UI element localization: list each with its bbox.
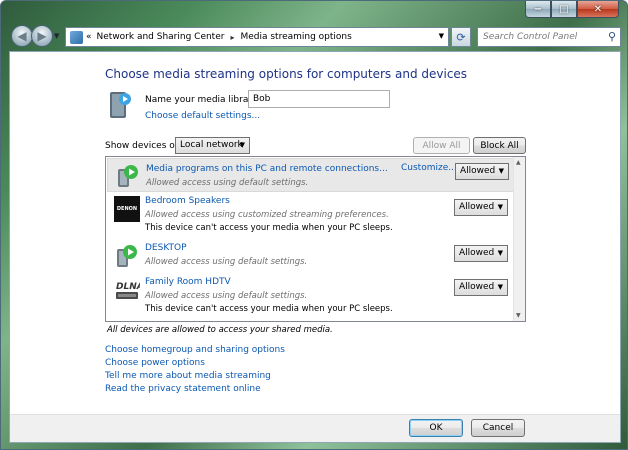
power-options-link[interactable]: Choose power options <box>105 357 285 370</box>
device-name-media-programs[interactable]: Media programs on this PC and remote con… <box>146 164 388 174</box>
minimize-button[interactable]: − <box>525 1 551 18</box>
device-status: Allowed access using default settings. <box>145 291 308 301</box>
search-icon[interactable]: ⚲ <box>608 30 616 43</box>
device-name-family-room-hdtv[interactable]: Family Room HDTV <box>145 277 231 287</box>
related-links: Choose homegroup and sharing options Cho… <box>105 344 285 396</box>
device-access-value: Allowed <box>460 166 496 176</box>
device-name-desktop[interactable]: DESKTOP <box>145 243 187 253</box>
device-access-select[interactable]: Allowed ▼ <box>455 163 509 180</box>
device-access-select[interactable]: Allowed ▼ <box>454 199 508 216</box>
list-item-family-room-hdtv[interactable]: DLNA Family Room HDTV Allowed access usi… <box>107 275 514 319</box>
device-sleep-note: This device can't access your media when… <box>145 304 393 314</box>
device-status: Allowed access using default settings. <box>146 178 309 188</box>
show-devices-label: Show devices on: <box>105 141 184 151</box>
scroll-up-icon[interactable]: ▲ <box>516 159 521 166</box>
device-access-select[interactable]: Allowed ▼ <box>454 245 508 262</box>
window: − □ ✕ ◀ ▶ ▼ « Network and Sharing Center… <box>0 0 628 450</box>
media-player-icon <box>118 165 138 187</box>
recent-pages-dropdown-icon[interactable]: ▼ <box>54 32 59 40</box>
refresh-icon[interactable]: ⟳ <box>451 27 471 47</box>
cancel-button[interactable]: Cancel <box>471 419 525 437</box>
breadcrumb-separator-icon[interactable]: ▸ <box>230 33 234 42</box>
chevron-down-icon: ▼ <box>497 203 503 211</box>
homegroup-sharing-link[interactable]: Choose homegroup and sharing options <box>105 344 285 357</box>
list-item-bedroom-speakers[interactable]: DENON Bedroom Speakers Allowed access us… <box>107 194 514 238</box>
device-status: Allowed access using customized streamin… <box>145 210 389 220</box>
close-button[interactable]: ✕ <box>577 1 619 18</box>
library-name-label: Name your media library: <box>145 95 260 105</box>
page-title: Choose media streaming options for compu… <box>105 67 468 81</box>
address-dropdown-icon[interactable]: ▼ <box>439 32 444 40</box>
list-item-desktop[interactable]: DESKTOP Allowed access using default set… <box>107 241 514 273</box>
media-streaming-help-link[interactable]: Tell me more about media streaming <box>105 370 285 383</box>
all-devices-note: All devices are allowed to access your s… <box>107 325 333 335</box>
back-arrow-icon[interactable]: ◀ <box>11 25 33 47</box>
privacy-statement-link[interactable]: Read the privacy statement online <box>105 383 285 396</box>
caption-buttons: − □ ✕ <box>525 1 619 18</box>
customize-link[interactable]: Customize... <box>401 163 457 173</box>
media-player-icon <box>117 245 137 267</box>
breadcrumb-network-and-sharing-center[interactable]: Network and Sharing Center <box>97 32 225 42</box>
device-name-bedroom-speakers[interactable]: Bedroom Speakers <box>145 196 230 206</box>
ok-button[interactable]: OK <box>409 419 463 437</box>
allow-all-button[interactable]: Allow All <box>413 137 470 154</box>
maximize-button[interactable]: □ <box>551 1 577 18</box>
device-sleep-note: This device can't access your media when… <box>145 223 393 233</box>
svg-text:DLNA: DLNA <box>116 282 140 292</box>
device-status: Allowed access using default settings. <box>145 257 308 267</box>
device-access-value: Allowed <box>459 202 495 212</box>
scroll-down-icon[interactable]: ▼ <box>516 312 521 319</box>
chevron-down-icon: ▼ <box>239 141 245 149</box>
device-access-value: Allowed <box>459 248 495 258</box>
search-input[interactable]: Search Control Panel <box>483 32 577 42</box>
device-access-value: Allowed <box>459 282 495 292</box>
footer-bar <box>10 414 620 442</box>
forward-arrow-icon[interactable]: ▶ <box>31 25 53 47</box>
device-access-select[interactable]: Allowed ▼ <box>454 279 508 296</box>
device-list-scrollbar[interactable]: ▲ ▼ <box>513 157 525 321</box>
show-devices-value: Local network <box>180 140 243 150</box>
library-name-input[interactable] <box>248 90 390 108</box>
control-panel-icon <box>70 30 83 44</box>
navigation-bar: ◀ ▶ ▼ « Network and Sharing Center ▸ Med… <box>9 23 621 49</box>
dlna-tv-icon: DLNA <box>116 282 140 299</box>
list-item-media-programs[interactable]: Media programs on this PC and remote con… <box>107 158 514 192</box>
chevron-down-icon: ▼ <box>498 167 504 175</box>
search-box[interactable]: Search Control Panel ⚲ <box>477 27 621 47</box>
media-library-icon <box>110 92 131 118</box>
denon-speaker-icon: DENON <box>114 196 140 222</box>
breadcrumb-prefix[interactable]: « <box>86 32 92 42</box>
content-pane: Choose media streaming options for compu… <box>9 51 621 443</box>
breadcrumb-media-streaming-options[interactable]: Media streaming options <box>240 32 351 42</box>
address-bar[interactable]: « Network and Sharing Center ▸ Media str… <box>65 27 449 47</box>
block-all-button[interactable]: Block All <box>473 137 526 154</box>
device-list[interactable]: Media programs on this PC and remote con… <box>105 156 526 322</box>
chevron-down-icon: ▼ <box>497 249 503 257</box>
show-devices-select[interactable]: Local network ▼ <box>175 137 250 154</box>
choose-default-settings-link[interactable]: Choose default settings... <box>145 111 260 121</box>
chevron-down-icon: ▼ <box>497 283 503 291</box>
